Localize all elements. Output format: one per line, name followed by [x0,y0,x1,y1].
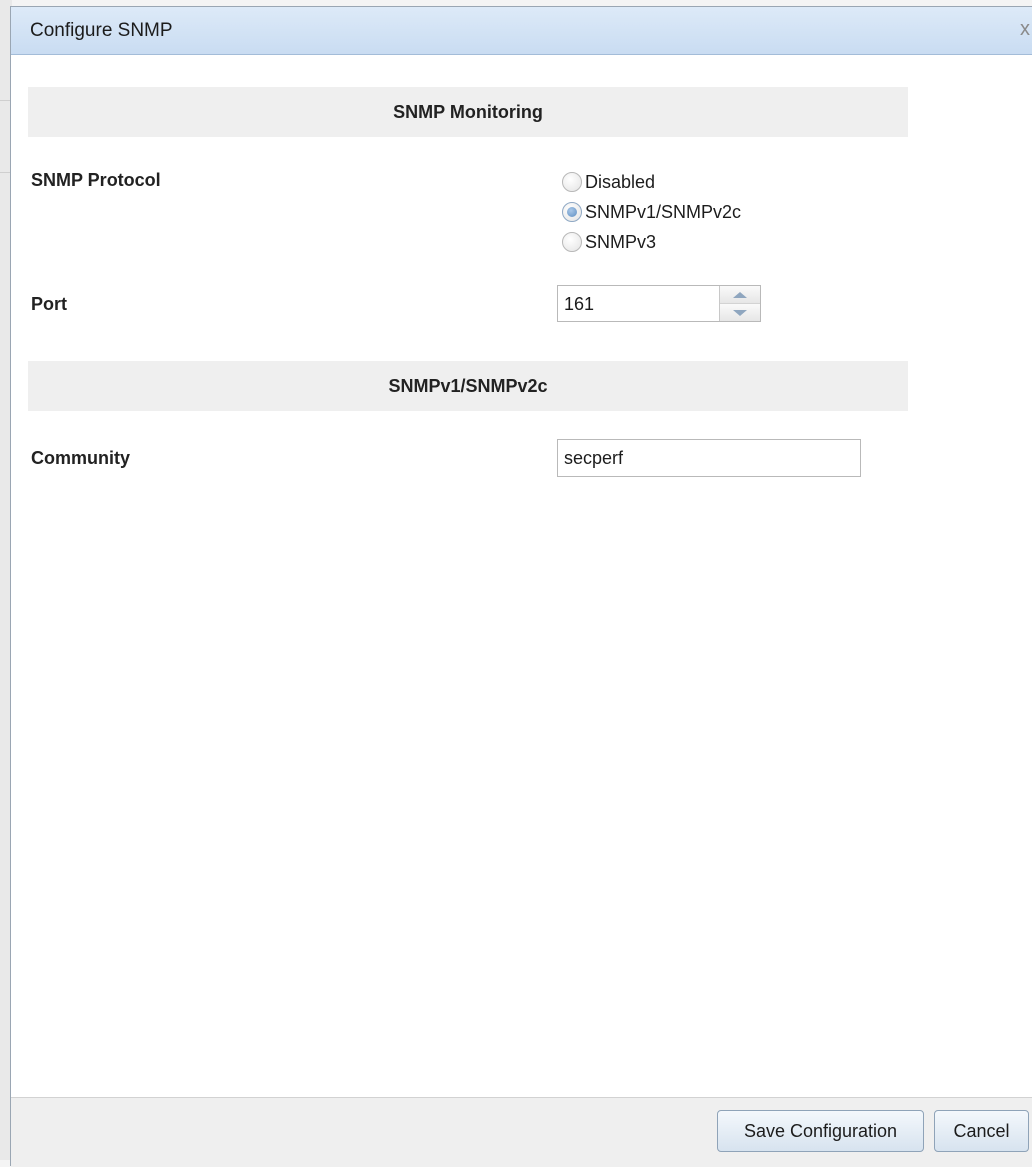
configure-snmp-dialog: Configure SNMP x SNMP Monitoring SNMP Pr… [10,6,1032,1167]
triangle-up-icon [733,291,747,298]
spinner-decrement-button[interactable] [720,304,760,321]
snmp-protocol-radio-group: Disabled SNMPv1/SNMPv2c SNMPv3 [562,167,741,257]
triangle-down-icon [733,309,747,316]
close-icon[interactable]: x [1020,18,1030,41]
radio-label: SNMPv1/SNMPv2c [585,201,742,222]
community-label: Community [31,448,130,468]
section-header-snmp-monitoring: SNMP Monitoring [28,87,908,137]
spinner-increment-button[interactable] [720,286,760,304]
section-title: SNMPv1/SNMPv2c [388,375,548,396]
radio-label: Disabled [585,171,656,192]
save-configuration-button[interactable]: Save Configuration [717,1110,924,1152]
cancel-button[interactable]: Cancel [934,1110,1029,1152]
snmp-protocol-label: SNMP Protocol [31,170,161,190]
radio-button[interactable] [562,232,582,252]
section-title: SNMP Monitoring [393,101,543,122]
dialog-title: Configure SNMP [30,20,173,41]
dialog-footer: Save Configuration Cancel [11,1097,1032,1167]
community-input[interactable] [557,439,861,477]
port-label: Port [31,294,67,314]
radio-button[interactable] [562,172,582,192]
port-spinner[interactable]: 161 [557,285,761,322]
spinner-buttons [719,286,760,321]
dialog-titlebar[interactable]: Configure SNMP x [11,7,1032,55]
radio-option-disabled[interactable]: Disabled [562,167,741,197]
radio-label: SNMPv3 [585,231,657,252]
port-input[interactable]: 161 [564,294,594,315]
radio-option-snmpv1-snmpv2c[interactable]: SNMPv1/SNMPv2c [562,197,741,227]
radio-option-snmpv3[interactable]: SNMPv3 [562,227,741,257]
radio-selected-dot [567,207,577,217]
radio-button-selected[interactable] [562,202,582,222]
section-header-snmpv1-snmpv2c: SNMPv1/SNMPv2c [28,361,908,411]
